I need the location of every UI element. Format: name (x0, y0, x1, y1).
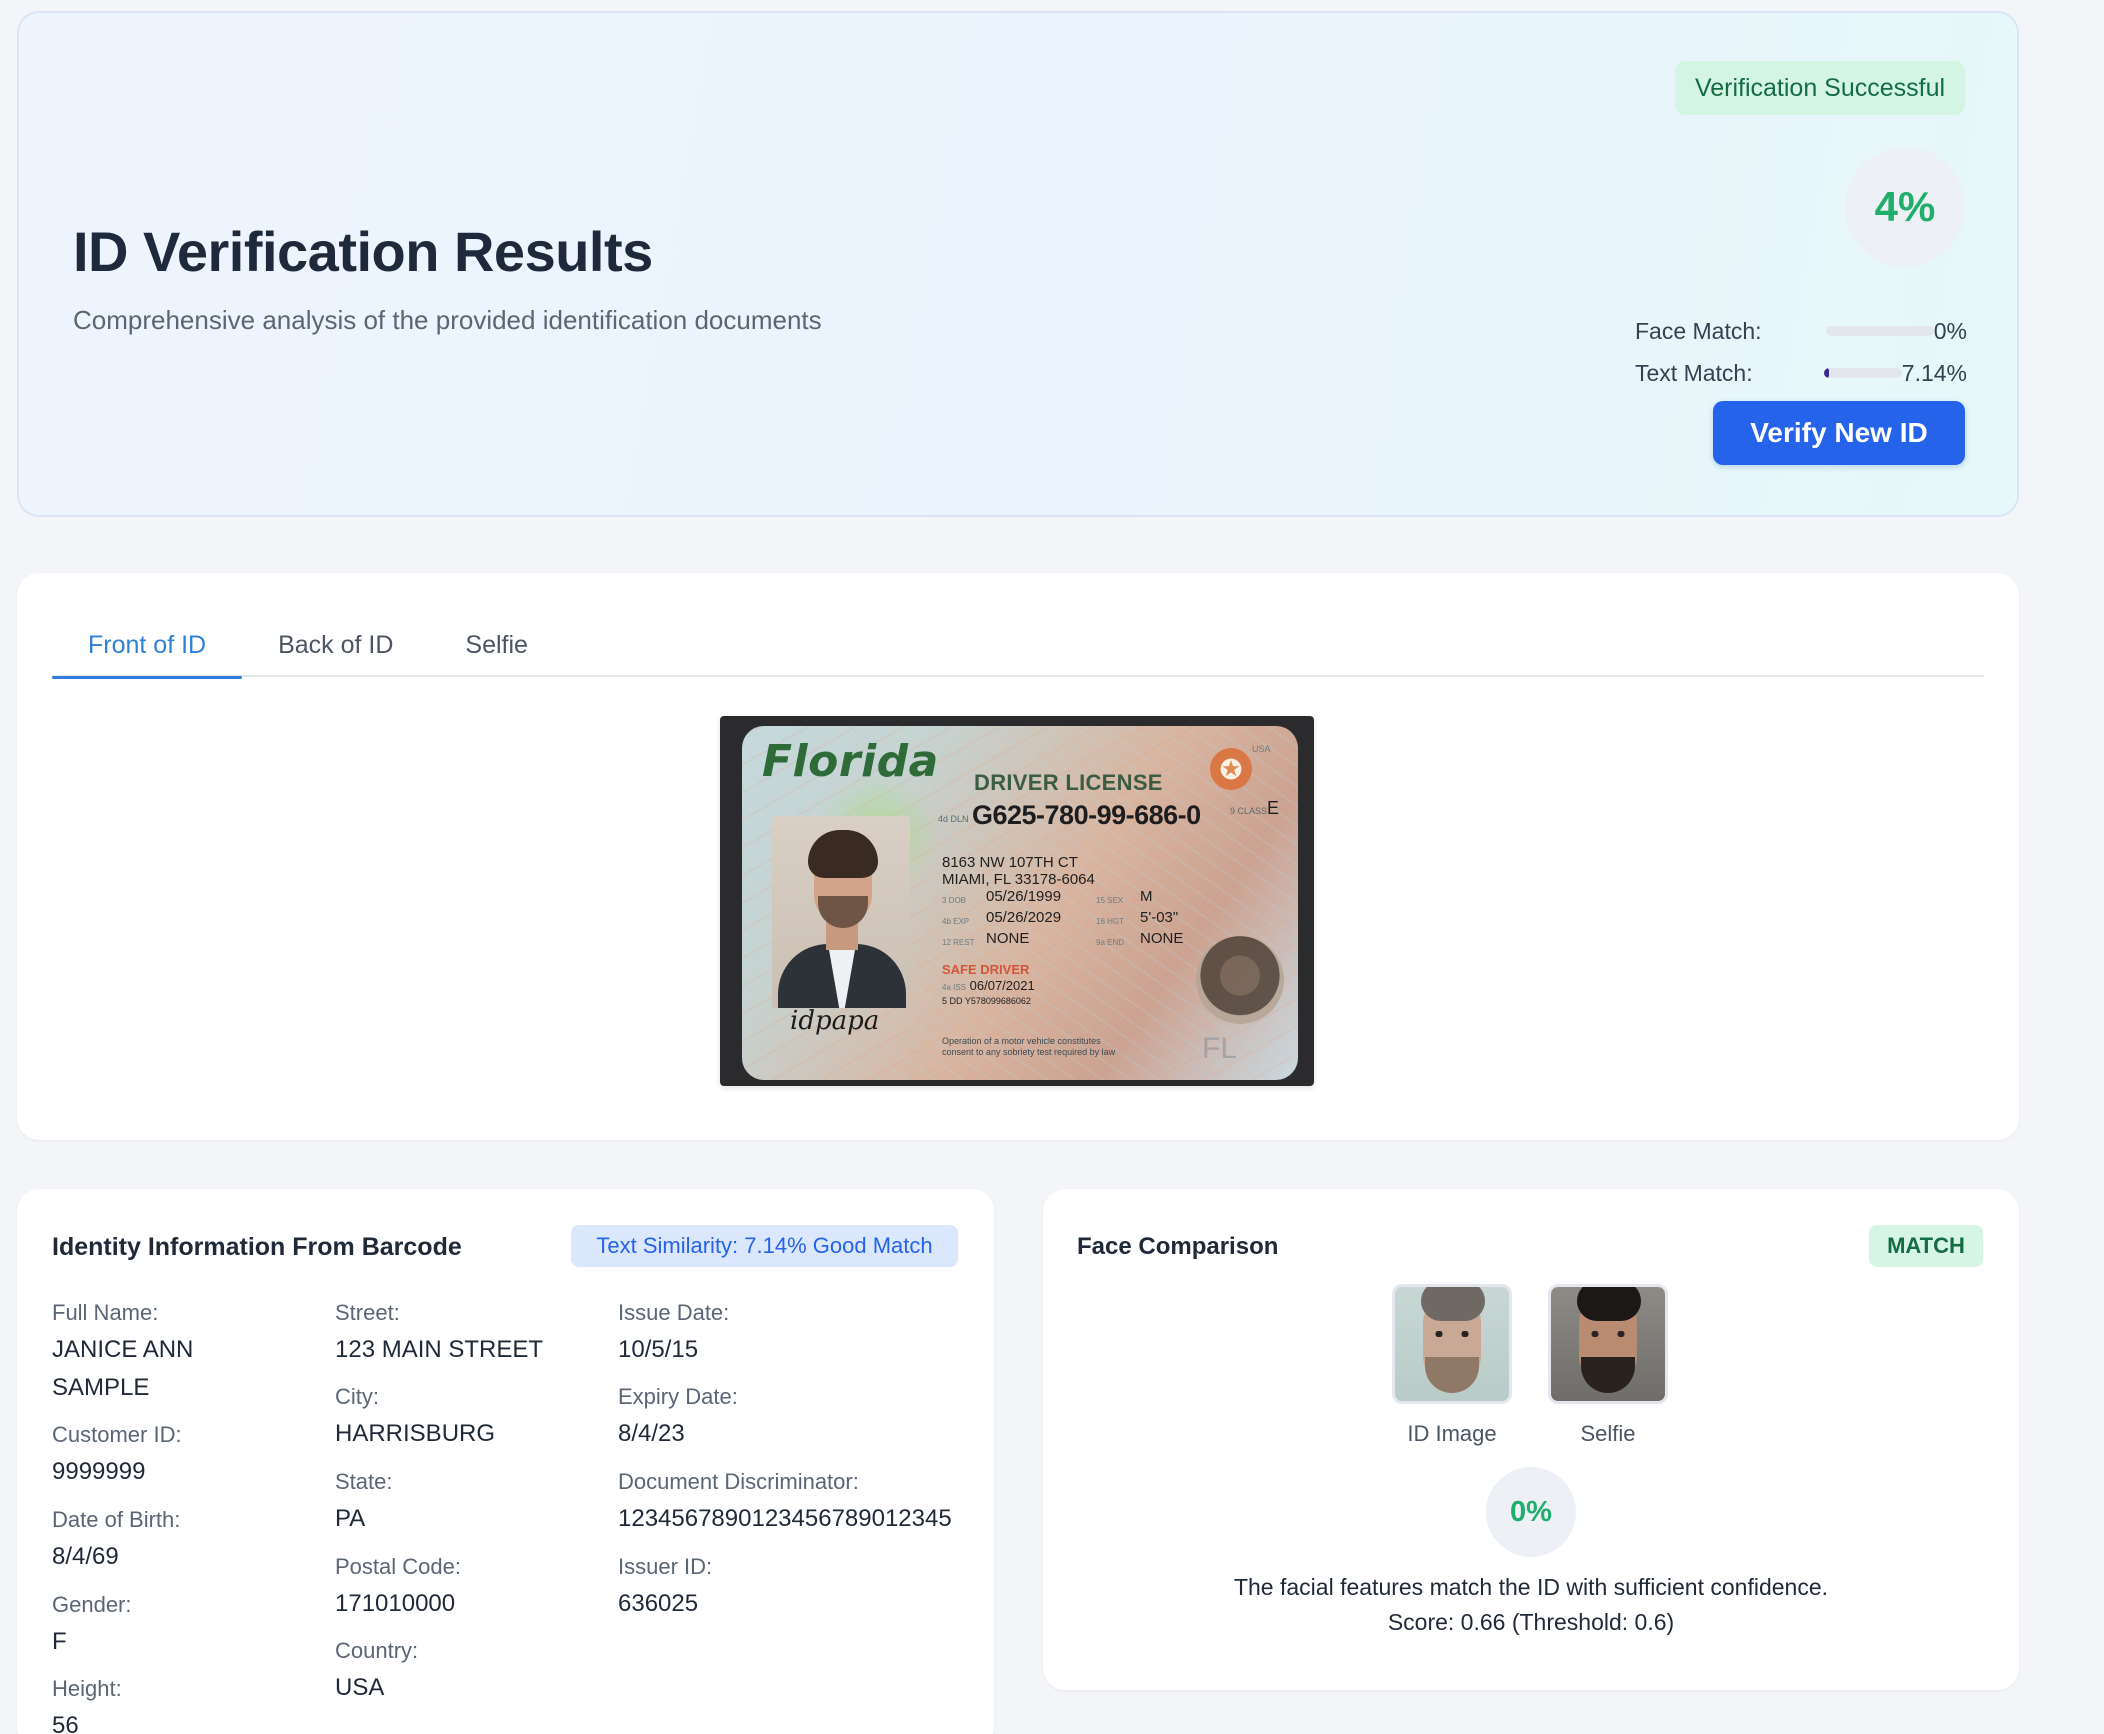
identity-info-title: Identity Information From Barcode (52, 1233, 462, 1261)
field-date-of-birth: Date of Birth: 8/4/69 (52, 1507, 181, 1570)
id-face-thumbnail[interactable] (1392, 1284, 1512, 1404)
page-title: ID Verification Results (73, 220, 653, 283)
id-dd: 5 DD Y578099686062 (942, 996, 1031, 1006)
id-portrait-photo (772, 816, 910, 1008)
field-city: City: HARRISBURG (335, 1384, 496, 1447)
id-type: DRIVER LICENSE (974, 770, 1163, 795)
face-match-metric: Face Match: 0% (1635, 316, 1967, 346)
match-status-badge: MATCH (1869, 1225, 1983, 1267)
text-similarity-badge: Text Similarity: 7.14% Good Match (571, 1225, 958, 1267)
face-match-score: 0% (1486, 1467, 1576, 1557)
id-front-image: Florida DRIVER LICENSE ★ USA 4d DLN G625… (720, 716, 1314, 1086)
tab-selfie[interactable]: Selfie (429, 613, 564, 677)
id-fl-mark: FL (1202, 1032, 1238, 1065)
face-match-bar (1825, 326, 1934, 336)
field-issue-date: Issue Date: 10/5/15 (618, 1300, 730, 1363)
id-safe-driver: SAFE DRIVER (942, 962, 1030, 977)
verify-new-id-button[interactable]: Verify New ID (1713, 401, 1965, 465)
field-issuer-id: Issuer ID: 636025 (618, 1554, 713, 1617)
star-seal-icon: ★ (1210, 748, 1252, 790)
field-postal-code: Postal Code: 171010000 (335, 1554, 461, 1617)
field-state: State: PA (335, 1469, 393, 1532)
field-customer-id: Customer ID: 9999999 (52, 1422, 182, 1485)
id-ghost-photo (1196, 936, 1284, 1024)
face-match-detail: Score: 0.66 (Threshold: 0.6) (1387, 1609, 1675, 1635)
id-number: G625-780-99-686-0 (972, 800, 1201, 830)
id-disclaimer: Operation of a motor vehicle constitutes… (942, 1036, 1116, 1057)
document-viewer: Front of ID Back of ID Selfie Florida DR… (17, 573, 2019, 1140)
text-match-bar (1823, 368, 1902, 378)
id-usa: USA (1252, 744, 1271, 754)
field-street: Street: 123 MAIN STREET (335, 1300, 544, 1363)
document-tabs: Front of ID Back of ID Selfie (52, 613, 1984, 679)
face-match-message: The facial features match the ID with su… (1233, 1574, 1829, 1600)
text-match-metric: Text Match: 7.14% (1635, 358, 1967, 388)
id-number-tag: 4d DLN (938, 814, 969, 824)
field-gender: Gender: F (52, 1592, 132, 1655)
text-match-label: Text Match: (1635, 359, 1753, 386)
field-full-name: Full Name: JANICE ANN SAMPLE (52, 1300, 194, 1401)
face-match-value: 0% (1933, 317, 1967, 344)
drivers-license: Florida DRIVER LICENSE ★ USA 4d DLN G625… (742, 726, 1298, 1080)
text-match-value: 7.14% (1901, 359, 1967, 386)
face-comparison-title: Face Comparison (1077, 1233, 1279, 1260)
selfie-thumbnail[interactable] (1548, 1284, 1668, 1404)
field-country: Country: USA (335, 1638, 419, 1701)
results-header: ID Verification Results Comprehensive an… (17, 11, 2019, 517)
selfie-label: Selfie (1580, 1421, 1636, 1446)
field-height: Height: 56 (52, 1676, 122, 1734)
id-state-name: Florida (762, 736, 939, 787)
overall-score: 4% (1845, 147, 1965, 267)
id-issue-date: 4a ISS 06/07/2021 (942, 978, 1035, 993)
page-subtitle: Comprehensive analysis of the provided i… (73, 305, 822, 335)
tab-back-of-id[interactable]: Back of ID (242, 613, 429, 677)
id-details: 8163 NW 107TH CT MIAMI, FL 33178-6064 3 … (942, 854, 1184, 947)
id-class: 9 CLASSE (1230, 798, 1280, 818)
face-match-label: Face Match: (1635, 317, 1762, 344)
field-document-discriminator: Document Discriminator: 1234567890123456… (618, 1469, 952, 1532)
field-expiry-date: Expiry Date: 8/4/23 (618, 1384, 738, 1447)
tab-front-of-id[interactable]: Front of ID (52, 613, 243, 679)
identity-info-card: Identity Information From Barcode Text S… (17, 1189, 994, 1734)
id-image-label: ID Image (1407, 1421, 1497, 1446)
face-comparison-card: Face Comparison MATCH ID Image Selfie 0%… (1043, 1189, 2019, 1690)
status-badge: Verification Successful (1675, 61, 1965, 115)
id-signature: idpapa (790, 1006, 880, 1036)
